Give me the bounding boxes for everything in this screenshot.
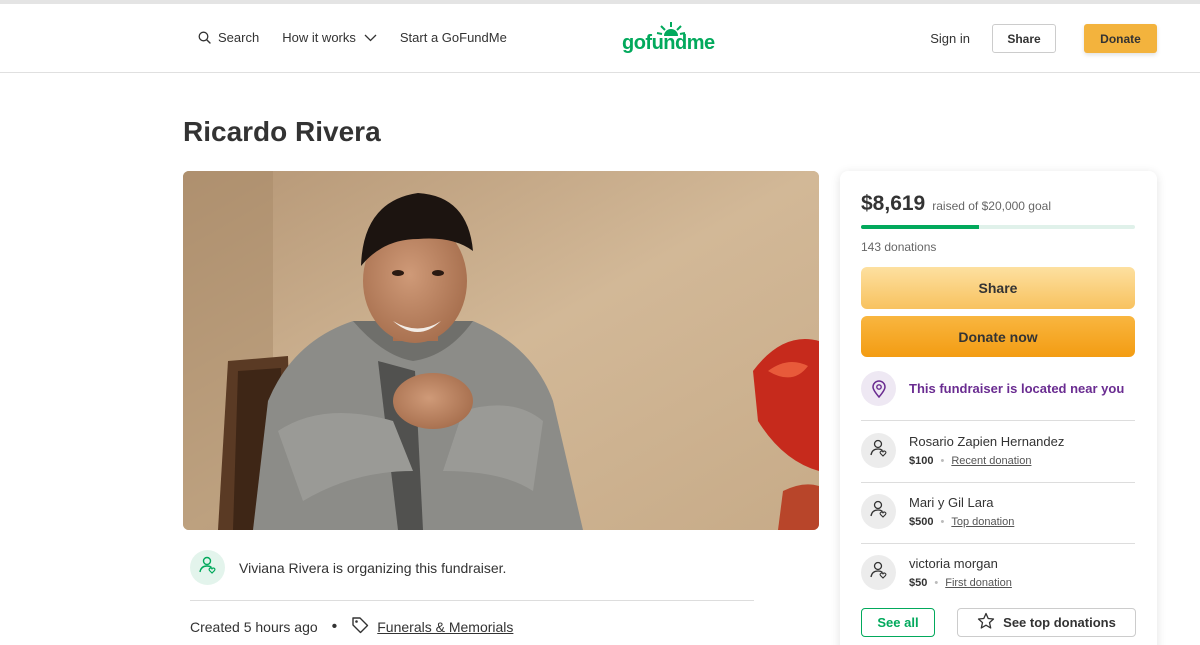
site-header: Search How it works Start a GoFundMe gof… [0,4,1200,73]
share-button[interactable]: Share [861,267,1135,309]
donor-detail: $50 • First donation [909,577,1012,589]
card-divider [861,482,1135,483]
donor-name: Mari y Gil Lara [909,495,994,510]
donor-avatar [861,494,896,529]
tag-icon [351,616,369,637]
organizer-avatar [190,550,225,585]
see-all-button[interactable]: See all [861,608,935,637]
sign-in-link[interactable]: Sign in [930,31,970,46]
search-icon [198,31,211,44]
logo-text: gofundme [622,32,715,54]
organizer-text: Viviana Rivera is organizing this fundra… [239,559,507,576]
donor-item: Mari y Gil Lara $500 • Top donation [861,494,1014,529]
location-notice: This fundraiser is located near you [861,371,1124,406]
donor-separator: • [940,516,945,528]
organizer-row: Viviana Rivera is organizing this fundra… [190,550,506,585]
donor-type-link[interactable]: Top donation [951,516,1014,528]
donor-type-link[interactable]: First donation [945,577,1012,589]
how-it-works-menu[interactable]: How it works [282,30,377,45]
progress-fill [861,225,979,229]
raised-goal: raised of $20,000 goal [932,199,1051,213]
donor-amount: $50 [909,577,928,589]
donor-amount: $500 [909,516,934,528]
see-top-donations-label: See top donations [1003,615,1116,630]
user-heart-icon [869,499,889,524]
location-pin-icon [861,371,896,406]
start-label: Start a GoFundMe [399,30,507,45]
donor-type-link[interactable]: Recent donation [951,455,1031,467]
raised-summary: $8,619 raised of $20,000 goal [861,192,1051,216]
donate-now-button[interactable]: Donate now [861,316,1135,357]
star-icon [977,612,1003,633]
nav-right: Sign in Share Donate [930,24,1157,53]
donor-item: victoria morgan $50 • First donation [861,555,1012,590]
card-divider [861,420,1135,421]
gofundme-logo[interactable]: gofundme [622,22,718,56]
campaign-title: Ricardo Rivera [183,116,381,147]
campaign-photo [183,171,819,530]
campaign-photo-illustration [183,171,819,530]
chevron-down-icon [364,34,377,42]
donor-info: victoria morgan $50 • First donation [909,555,1012,589]
donation-card: $8,619 raised of $20,000 goal 143 donati… [840,171,1157,645]
organizer-divider [190,600,754,601]
header-share-button[interactable]: Share [992,24,1056,53]
meta-dot: • [331,617,338,635]
user-heart-icon [869,438,889,463]
nav-left: Search How it works Start a GoFundMe [198,30,507,45]
donations-count: 143 donations [861,240,937,254]
donor-detail: $100 • Recent donation [909,455,1064,467]
campaign-meta: Created 5 hours ago • Funerals & Memoria… [190,616,513,637]
header-donate-button[interactable]: Donate [1084,24,1157,53]
donor-info: Mari y Gil Lara $500 • Top donation [909,494,1014,528]
donor-separator: • [934,577,939,589]
donor-name: Rosario Zapien Hernandez [909,434,1065,449]
search-label: Search [218,30,260,45]
user-heart-icon [198,555,218,580]
donor-avatar [861,433,896,468]
created-text: Created 5 hours ago [190,618,318,635]
how-it-works-label: How it works [282,30,356,45]
user-heart-icon [869,560,889,585]
see-top-donations-button[interactable]: See top donations [957,608,1136,637]
donor-detail: $500 • Top donation [909,516,1014,528]
donor-info: Rosario Zapien Hernandez $100 • Recent d… [909,433,1064,467]
donor-name: victoria morgan [909,556,998,571]
start-gofundme-link[interactable]: Start a GoFundMe [400,30,507,45]
donor-item: Rosario Zapien Hernandez $100 • Recent d… [861,433,1064,468]
donor-separator: • [940,455,945,467]
raised-amount: $8,619 [861,192,926,215]
donor-avatar [861,555,896,590]
donor-amount: $100 [909,455,934,467]
card-divider [861,543,1135,544]
progress-bar [861,225,1135,229]
location-text: This fundraiser is located near you [909,381,1125,396]
category-link[interactable]: Funerals & Memorials [377,619,513,635]
search-link[interactable]: Search [198,30,259,45]
